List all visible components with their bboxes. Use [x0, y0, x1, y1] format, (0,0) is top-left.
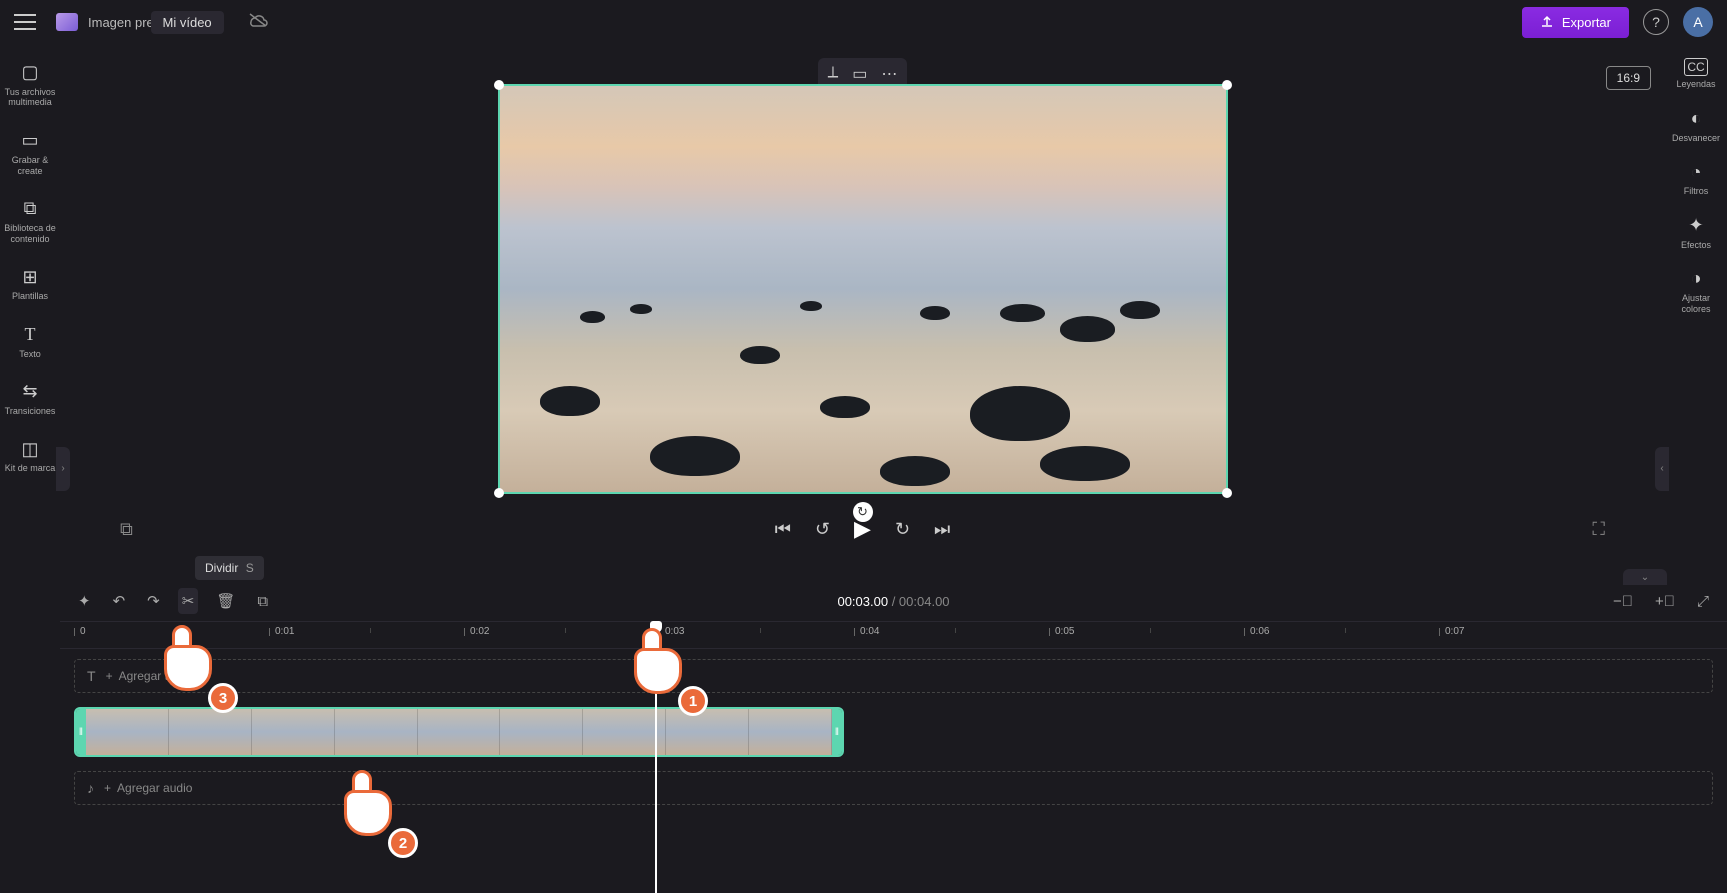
callout-badge: 2: [388, 828, 418, 858]
sidebar-item-brand-kit[interactable]: ◫ Kit de marca: [2, 435, 58, 478]
zoom-out-icon[interactable]: −⃝: [1609, 589, 1637, 614]
redo-icon[interactable]: ↷: [143, 588, 164, 614]
sidebar-item-transitions[interactable]: ⇆ Transiciones: [2, 377, 58, 420]
audio-track-placeholder[interactable]: ♪ + Agregar audio: [74, 771, 1713, 805]
upload-icon: [1540, 14, 1554, 31]
video-track: ‖ ‖: [74, 707, 1713, 757]
menu-button[interactable]: [14, 11, 36, 33]
user-avatar[interactable]: A: [1683, 7, 1713, 37]
plus-icon: +: [104, 781, 111, 795]
tutorial-callout-1: 1: [630, 628, 710, 718]
export-button[interactable]: Exportar: [1522, 7, 1629, 38]
timeline-zoom-controls: −⃝ +⃝ ⤢: [1609, 589, 1713, 614]
app-logo-icon: [56, 13, 78, 31]
text-track-icon: T: [87, 668, 96, 684]
resize-handle-br[interactable]: [1222, 488, 1232, 498]
left-sidebar: ▢ Tus archivos multimedia ▭ Grabar & cre…: [0, 44, 60, 893]
preview-canvas-area: ⟂ ▭ ⋯ 16:9 ↻ ⧉ ⏮ ↺ ▶ ↻ ⏭ ⛶: [60, 44, 1665, 554]
undo-icon[interactable]: ↶: [109, 588, 130, 614]
zoom-in-icon[interactable]: +⃝: [1651, 589, 1679, 614]
resize-handle-tr[interactable]: [1222, 80, 1232, 90]
crop-icon[interactable]: ⟂: [828, 64, 839, 84]
sidebar-item-templates[interactable]: ⊞ Plantillas: [2, 263, 58, 306]
export-label: Exportar: [1562, 15, 1611, 30]
timeline-area: ⌄ Dividir S ✦ ↶ ↷ ✂ 🗑 ⧉ 00:03.00 / 00:04…: [60, 581, 1727, 893]
callout-badge: 1: [678, 686, 708, 716]
sidebar-item-effects[interactable]: ✦ Efectos: [1667, 215, 1725, 250]
fullscreen-icon[interactable]: ⛶: [1592, 519, 1605, 540]
fade-icon: ◐: [1691, 108, 1702, 130]
sidebar-item-adjust-colors[interactable]: ◑ Ajustar colores: [1667, 268, 1725, 314]
app-header: Imagen prediseñada Mi vídeo Exportar ? A: [0, 0, 1727, 44]
zoom-fit-icon[interactable]: ⤢: [1693, 589, 1713, 614]
sidebar-item-fade[interactable]: ◐ Desvanecer: [1667, 108, 1725, 143]
timeline-ruler[interactable]: 0 0:01 0:02 0:03 0:04 0:05 0:06 0:07: [60, 621, 1727, 649]
timeline-toolbar: ✦ ↶ ↷ ✂ 🗑 ⧉ 00:03.00 / 00:04.00 −⃝ +⃝ ⤢: [60, 581, 1727, 621]
aspect-ratio-button[interactable]: 16:9: [1606, 66, 1651, 90]
brandkit-icon: ◫: [21, 439, 38, 461]
adjust-colors-icon: ◑: [1691, 268, 1702, 290]
more-icon[interactable]: ⋯: [881, 64, 897, 84]
filters-icon: ◔: [1691, 162, 1702, 184]
sidebar-item-text[interactable]: T Texto: [2, 320, 58, 363]
sidebar-item-your-media[interactable]: ▢ Tus archivos multimedia: [2, 58, 58, 112]
text-track-placeholder[interactable]: T + Agregar texto: [74, 659, 1713, 693]
skip-end-icon[interactable]: ⏭: [934, 519, 950, 540]
duplicate-icon[interactable]: ⧉: [253, 589, 272, 614]
transitions-icon: ⇆: [22, 381, 37, 403]
text-icon: T: [25, 324, 36, 346]
magic-icon[interactable]: ✦: [74, 588, 95, 614]
breadcrumb: Imagen prediseñada Mi vídeo: [88, 11, 224, 34]
split-tooltip: Dividir S: [195, 556, 264, 580]
sidebar-item-captions[interactable]: CC Leyendas: [1667, 58, 1725, 90]
video-preview-frame[interactable]: ↻: [498, 84, 1228, 494]
skip-start-icon[interactable]: ⏮: [775, 519, 791, 540]
folder-icon: ▢: [21, 62, 38, 84]
preview-sky: [500, 86, 1226, 289]
audio-track-icon: ♪: [87, 780, 94, 796]
effects-icon: ✦: [1688, 215, 1703, 237]
timeline-tracks: T + Agregar texto ‖ ‖ ♪ + Agregar audio: [60, 649, 1727, 805]
delete-icon[interactable]: 🗑: [212, 588, 239, 614]
sidebar-item-filters[interactable]: ◔ Filtros: [1667, 162, 1725, 197]
split-button[interactable]: ✂: [178, 588, 199, 614]
forward-icon[interactable]: ↻: [895, 519, 910, 540]
timeline-timecode: 00:03.00 / 00:04.00: [837, 594, 949, 609]
plus-icon: +: [106, 669, 113, 683]
resize-handle-bl[interactable]: [494, 488, 504, 498]
clip-trim-right[interactable]: ‖: [832, 709, 842, 755]
clip-trim-left[interactable]: ‖: [76, 709, 86, 755]
tutorial-callout-3: 3: [160, 625, 240, 715]
project-name-pill[interactable]: Mi vídeo: [151, 11, 224, 34]
captions-icon: CC: [1684, 58, 1707, 76]
camera-icon: ▭: [21, 130, 38, 152]
pointer-hand-icon: [340, 770, 390, 832]
library-icon: ⧉: [24, 198, 37, 220]
sidebar-item-record-create[interactable]: ▭ Grabar & create: [2, 126, 58, 180]
templates-icon: ⊞: [22, 267, 37, 289]
resize-handle-tl[interactable]: [494, 80, 504, 90]
playback-controls: ⧉ ⏮ ↺ ▶ ↻ ⏭ ⛶: [60, 504, 1665, 554]
cloud-sync-off-icon[interactable]: [248, 12, 268, 33]
fit-icon[interactable]: ▭: [852, 64, 867, 84]
play-button[interactable]: ▶: [854, 516, 871, 542]
tutorial-callout-2: 2: [340, 770, 420, 860]
pointer-hand-icon: [160, 625, 210, 687]
pointer-hand-icon: [630, 628, 680, 690]
clip-thumbnails: [86, 709, 832, 755]
rewind-icon[interactable]: ↺: [815, 519, 830, 540]
help-button[interactable]: ?: [1643, 9, 1669, 35]
sidebar-item-content-library[interactable]: ⧉ Biblioteca de contenido: [2, 194, 58, 248]
callout-badge: 3: [208, 683, 238, 713]
safe-zone-toggle-icon[interactable]: ⧉: [120, 519, 133, 540]
